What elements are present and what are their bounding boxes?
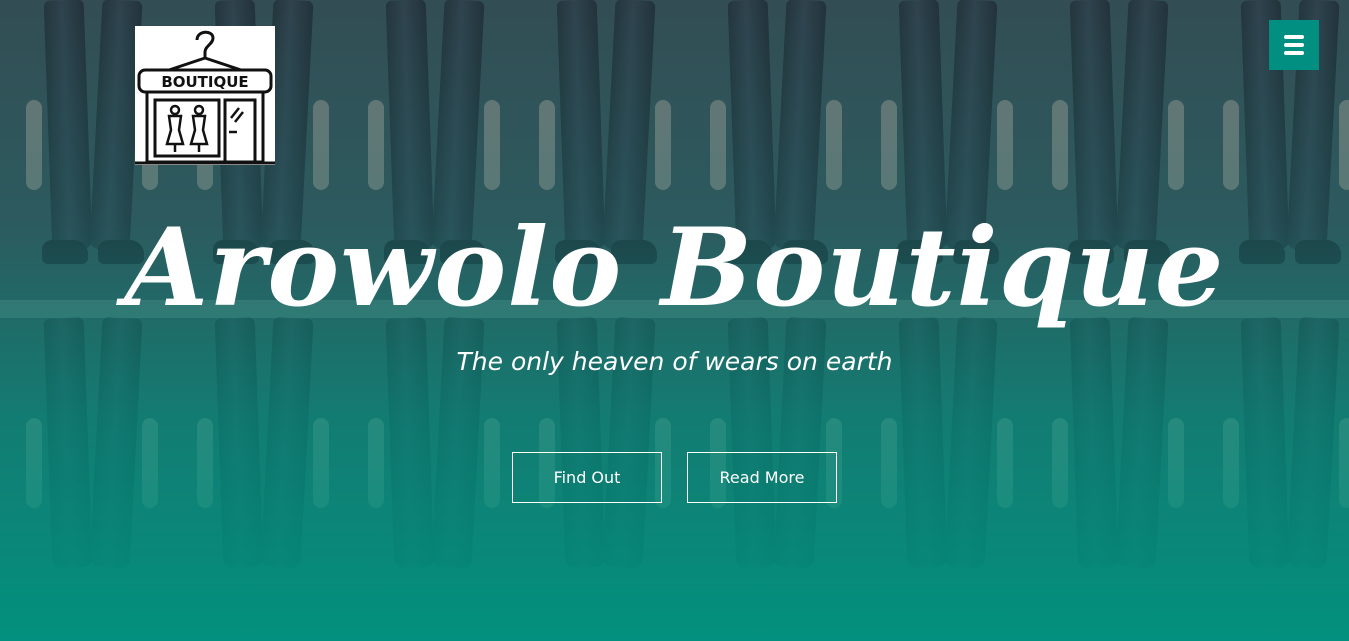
read-more-button[interactable]: Read More [687, 452, 837, 503]
hamburger-menu-icon [1284, 35, 1304, 55]
find-out-button[interactable]: Find Out [512, 452, 662, 503]
hero-section: BOUTIQUE Arowolo Boutique The only heave… [0, 0, 1349, 641]
boutique-storefront-hanger-icon: BOUTIQUE [135, 30, 275, 165]
hero-subtitle: The only heaven of wears on earth [456, 347, 893, 376]
boutique-logo[interactable]: BOUTIQUE [135, 26, 275, 165]
menu-toggle-button[interactable] [1269, 20, 1319, 70]
hero-title: Arowolo Boutique [124, 205, 1225, 331]
logo-sign-text: BOUTIQUE [161, 73, 248, 91]
